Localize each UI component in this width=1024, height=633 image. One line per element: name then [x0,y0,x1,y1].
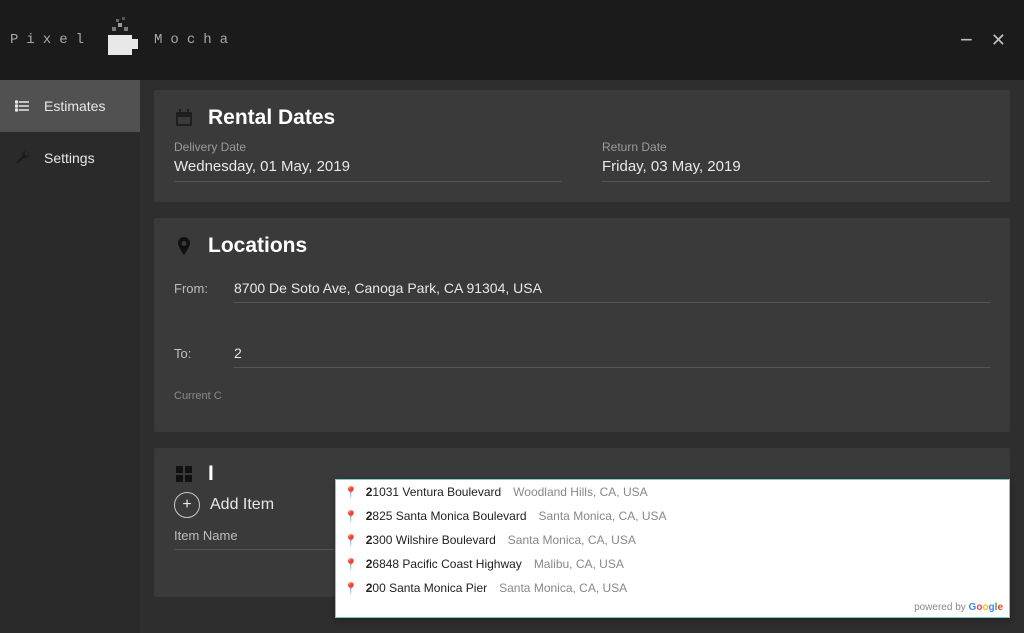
grid-icon [174,464,194,484]
list-icon [14,98,32,114]
sidebar-item-label: Estimates [44,98,105,114]
google-logo: Google [969,602,1003,613]
plus-icon: + [174,492,200,518]
sidebar-item-estimates[interactable]: Estimates [0,80,140,132]
field-value: Friday, 03 May, 2019 [602,158,990,182]
window-controls: − ✕ [960,30,1006,51]
brand-logo-icon [98,15,148,65]
autocomplete-main: 200 Santa Monica Pier [366,581,487,595]
autocomplete-footer: powered by Google [336,600,1009,617]
content: Rental Dates Delivery Date Wednesday, 01… [140,80,1024,633]
field-label: From: [174,281,220,296]
field-value: Wednesday, 01 May, 2019 [174,158,562,182]
autocomplete-main: 2825 Santa Monica Boulevard [366,509,527,523]
pin-icon: 📍 [344,486,358,499]
brand: Pixel Mocha [10,15,236,65]
app-window: Pixel Mocha − ✕ [0,0,1024,633]
from-field: From: [174,276,990,303]
panel-title: I [208,462,214,486]
current-hint: Current C [174,390,990,402]
body: Estimates Settings Rental Dates [0,80,1024,633]
autocomplete-secondary: Santa Monica, CA, USA [499,581,627,595]
autocomplete-item[interactable]: 📍 21031 Ventura Boulevard Woodland Hills… [336,480,1009,504]
pin-icon [174,236,194,256]
autocomplete-item[interactable]: 📍 26848 Pacific Coast Highway Malibu, CA… [336,552,1009,576]
brand-right: Mocha [154,32,236,48]
dates-row: Delivery Date Wednesday, 01 May, 2019 Re… [174,140,990,182]
to-field: To: [174,341,990,368]
field-label: To: [174,346,220,361]
wrench-icon [14,150,32,166]
panel-title: Locations [208,234,307,258]
add-item-label: Add Item [210,496,274,514]
pin-icon: 📍 [344,582,358,595]
minimize-button[interactable]: − [960,35,973,45]
field-label: Return Date [602,140,990,154]
panel-rental-dates: Rental Dates Delivery Date Wednesday, 01… [154,90,1010,202]
calendar-icon [174,108,194,128]
close-button[interactable]: ✕ [991,30,1006,51]
autocomplete-secondary: Woodland Hills, CA, USA [513,485,648,499]
sidebar-item-settings[interactable]: Settings [0,132,140,184]
pin-icon: 📍 [344,558,358,571]
autocomplete-main: 26848 Pacific Coast Highway [366,557,522,571]
pin-icon: 📍 [344,510,358,523]
brand-left: Pixel [10,32,92,48]
autocomplete-item[interactable]: 📍 200 Santa Monica Pier Santa Monica, CA… [336,576,1009,600]
autocomplete-item[interactable]: 📍 2300 Wilshire Boulevard Santa Monica, … [336,528,1009,552]
sidebar: Estimates Settings [0,80,140,633]
delivery-date-field[interactable]: Delivery Date Wednesday, 01 May, 2019 [174,140,562,182]
autocomplete-main: 21031 Ventura Boulevard [366,485,501,499]
autocomplete-item[interactable]: 📍 2825 Santa Monica Boulevard Santa Moni… [336,504,1009,528]
panel-header: Rental Dates [174,106,990,130]
panel-header: Locations [174,234,990,258]
autocomplete-secondary: Santa Monica, CA, USA [539,509,667,523]
autocomplete-secondary: Santa Monica, CA, USA [508,533,636,547]
pin-icon: 📍 [344,534,358,547]
titlebar: Pixel Mocha − ✕ [0,0,1024,80]
autocomplete-main: 2300 Wilshire Boulevard [366,533,496,547]
return-date-field[interactable]: Return Date Friday, 03 May, 2019 [602,140,990,182]
autocomplete-dropdown: 📍 21031 Ventura Boulevard Woodland Hills… [335,479,1010,618]
panel-title: Rental Dates [208,106,335,130]
to-input[interactable] [234,341,990,368]
sidebar-item-label: Settings [44,150,95,166]
autocomplete-secondary: Malibu, CA, USA [534,557,624,571]
panel-locations: Locations From: To: Current C [154,218,1010,432]
field-label: Delivery Date [174,140,562,154]
powered-by-label: powered by [914,602,968,613]
from-input[interactable] [234,276,990,303]
